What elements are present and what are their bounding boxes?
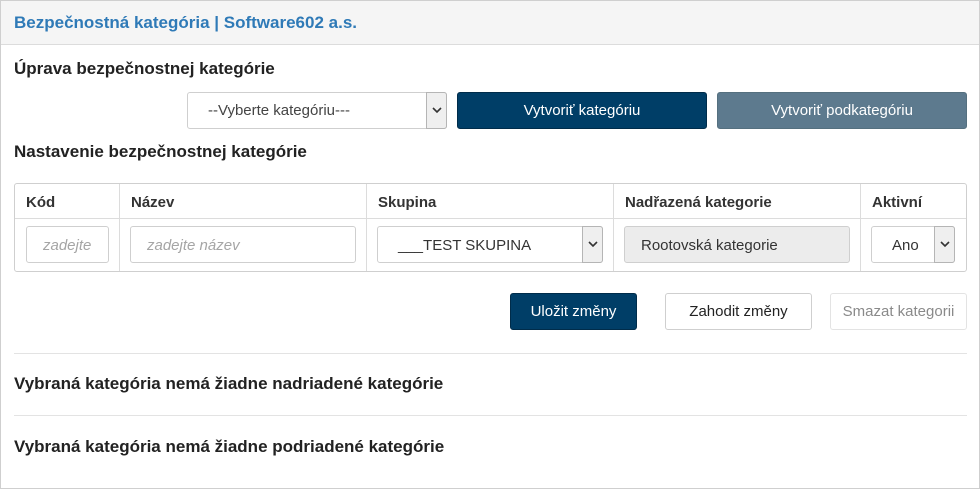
no-parent-categories-message: Vybraná kategória nemá žiadne nadriadené…: [14, 374, 444, 393]
code-input[interactable]: zadejte: [26, 226, 109, 263]
column-header-group: Skupina: [378, 194, 437, 211]
save-changes-button[interactable]: Uložit změny: [510, 293, 637, 330]
no-child-categories-message: Vybraná kategória nemá žiadne podriadené…: [14, 437, 445, 456]
group-select[interactable]: ___TEST SKUPINA: [377, 226, 603, 263]
parent-category-value: Rootovská kategorie: [641, 237, 778, 254]
group-select-value: ___TEST SKUPINA: [398, 237, 532, 254]
category-select-value: --Vyberte kategóriu---: [208, 102, 350, 119]
chevron-down-icon[interactable]: [426, 92, 447, 129]
active-select-value: Ano: [892, 237, 919, 254]
table-header-divider: [15, 218, 966, 219]
chevron-down-icon[interactable]: [934, 226, 955, 263]
column-divider: [119, 184, 120, 271]
section-divider: [14, 353, 967, 354]
column-divider: [613, 184, 614, 271]
column-header-name: Název: [131, 194, 175, 211]
column-header-code: Kód: [26, 194, 56, 211]
name-input[interactable]: zadejte název: [130, 226, 356, 263]
code-input-placeholder: zadejte: [43, 237, 92, 254]
parent-category-field: Rootovská kategorie: [624, 226, 850, 263]
create-category-button[interactable]: Vytvoriť kategóriu: [457, 92, 707, 129]
column-divider: [860, 184, 861, 271]
category-select[interactable]: --Vyberte kategóriu---: [187, 92, 447, 129]
security-category-panel: Bezpečnostná kategória | Software602 a.s…: [0, 0, 980, 489]
column-header-active: Aktivní: [872, 194, 923, 211]
panel-header: Bezpečnostná kategória | Software602 a.s…: [1, 1, 979, 45]
column-header-parent: Nadřazená kategorie: [625, 194, 772, 211]
chevron-down-icon[interactable]: [582, 226, 603, 263]
page-title: Bezpečnostná kategória | Software602 a.s…: [14, 13, 357, 32]
category-settings-table: Kód Název Skupina Nadřazená kategorie Ak…: [14, 183, 967, 272]
settings-section-title: Nastavenie bezpečnostnej kategórie: [14, 142, 307, 161]
section-divider: [14, 415, 967, 416]
column-divider: [366, 184, 367, 271]
delete-category-button: Smazat kategorii: [830, 293, 967, 330]
edit-section-title: Úprava bezpečnostnej kategórie: [14, 59, 275, 78]
create-subcategory-button[interactable]: Vytvoriť podkategóriu: [717, 92, 967, 129]
active-select[interactable]: Ano: [871, 226, 955, 263]
name-input-placeholder: zadejte název: [147, 237, 240, 254]
discard-changes-button[interactable]: Zahodit změny: [665, 293, 812, 330]
